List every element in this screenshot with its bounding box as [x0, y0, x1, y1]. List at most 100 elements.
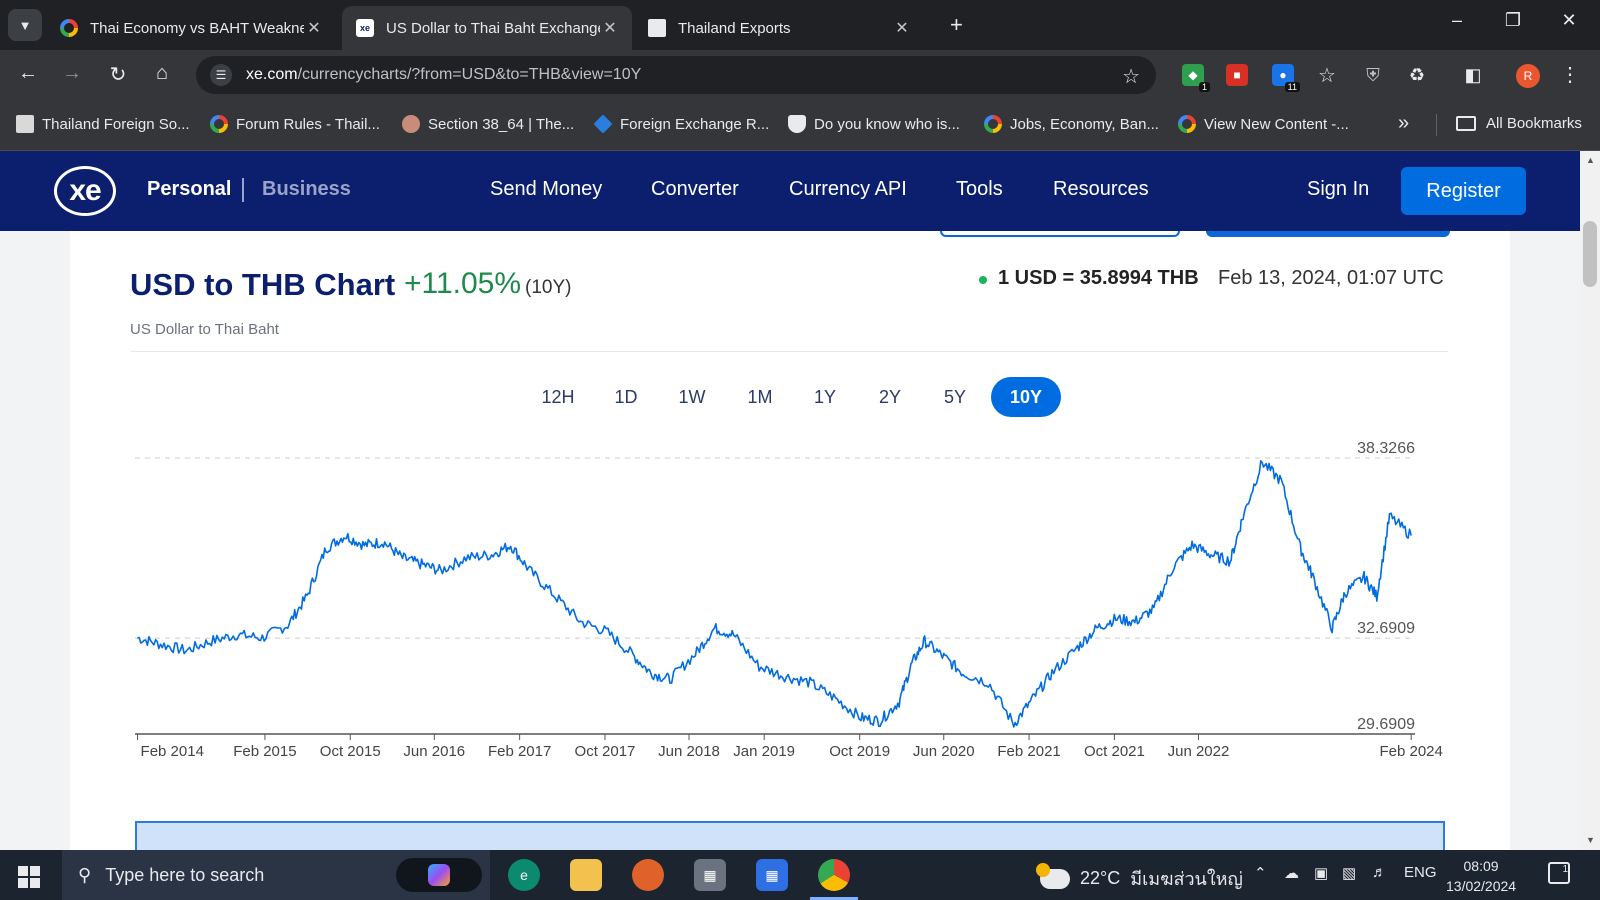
shield-extension-icon[interactable]: ◆ 1: [1182, 64, 1210, 92]
puzzle-extension-icon[interactable]: ♻: [1406, 64, 1428, 86]
windows-start-icon[interactable]: [18, 866, 40, 888]
range-1m[interactable]: 1M: [735, 377, 785, 417]
bookmarks-bar: Thailand Foreign So... Forum Rules - Tha…: [0, 100, 1600, 151]
filled-button-edge[interactable]: [1206, 231, 1450, 237]
meet-icon[interactable]: ▣: [1314, 864, 1328, 882]
tab-usd-thb[interactable]: xe US Dollar to Thai Baht Exchange ✕: [342, 6, 632, 50]
tab-title: Thai Economy vs BAHT Weakne: [90, 19, 304, 37]
side-panel-icon[interactable]: ◧: [1462, 64, 1484, 86]
reload-icon[interactable]: ↻: [104, 62, 132, 87]
range-10y[interactable]: 10Y: [991, 377, 1061, 417]
close-icon[interactable]: ✕: [600, 18, 620, 38]
volume-icon[interactable]: ♬: [1372, 864, 1387, 881]
profile-avatar[interactable]: R: [1516, 64, 1540, 88]
shield-check-extension-icon[interactable]: ⛨: [1362, 64, 1384, 86]
bookmark-item[interactable]: Forum Rules - Thail...: [210, 115, 380, 133]
divider: [130, 351, 1448, 352]
new-tab-button[interactable]: +: [950, 12, 963, 38]
calendar-icon[interactable]: ▦: [756, 859, 788, 891]
range-1d[interactable]: 1D: [601, 377, 651, 417]
file-explorer-icon[interactable]: [570, 859, 602, 891]
minimize-icon[interactable]: –: [1442, 10, 1472, 31]
onedrive-icon[interactable]: ☁: [1284, 864, 1299, 882]
divider: [242, 178, 244, 202]
xe-logo[interactable]: xe: [54, 166, 116, 216]
bookmark-item[interactable]: View New Content -...: [1178, 115, 1349, 133]
restore-icon[interactable]: ❐: [1498, 10, 1528, 31]
nav-converter[interactable]: Converter: [651, 178, 739, 201]
partly-cloudy-icon: [1036, 862, 1070, 889]
url-text[interactable]: xe.com/currencycharts/?from=USD&to=THB&v…: [246, 66, 641, 84]
page-title: USD to THB Chart: [130, 267, 396, 302]
chrome-icon[interactable]: [818, 859, 850, 891]
rate-line-chart[interactable]: 38.3266 32.6909 29.6909 Feb 2014 Feb 2015 Oct…: [130, 436, 1450, 776]
address-bar[interactable]: ☰ xe.com/currencycharts/?from=USD&to=THB…: [196, 56, 1156, 94]
range-12h[interactable]: 12H: [533, 377, 583, 417]
edge-icon[interactable]: e: [508, 859, 540, 891]
diamond-icon: [593, 114, 613, 134]
scroll-up-icon[interactable]: ▲: [1586, 155, 1595, 165]
tab-thailand-exports[interactable]: Thailand Exports ✕: [634, 6, 924, 50]
tab-thai-economy[interactable]: Thai Economy vs BAHT Weakne ✕: [46, 6, 336, 50]
language-indicator[interactable]: ENG: [1404, 864, 1437, 881]
tab-title: US Dollar to Thai Baht Exchange: [386, 19, 600, 37]
scroll-down-icon[interactable]: ▼: [1586, 835, 1595, 845]
bookmark-label: Forum Rules - Thail...: [236, 115, 380, 133]
network-icon[interactable]: ▧: [1342, 864, 1356, 882]
range-1y[interactable]: 1Y: [800, 377, 850, 417]
segment-personal[interactable]: Personal: [147, 178, 231, 201]
close-icon[interactable]: ✕: [304, 18, 324, 38]
tab-search-button[interactable]: ▼: [8, 9, 42, 41]
back-icon[interactable]: ←: [14, 62, 42, 85]
close-window-icon[interactable]: ✕: [1554, 10, 1584, 31]
menu-kebab-icon[interactable]: ⋮: [1560, 62, 1580, 87]
x-tick-label: Feb 2021: [997, 743, 1060, 760]
x-tick-label: Jun 2022: [1168, 743, 1230, 760]
chrome-ring-icon: [1178, 115, 1196, 133]
bookmark-label: Thailand Foreign So...: [42, 115, 190, 133]
register-button[interactable]: Register: [1401, 167, 1526, 215]
segment-business[interactable]: Business: [262, 178, 351, 201]
sign-in-link[interactable]: Sign In: [1307, 178, 1369, 201]
range-1w[interactable]: 1W: [667, 377, 717, 417]
all-bookmarks-button[interactable]: All Bookmarks: [1456, 115, 1582, 132]
outline-button-edge[interactable]: [940, 231, 1180, 237]
firefox-icon[interactable]: [632, 859, 664, 891]
folder-icon: [1456, 116, 1476, 131]
star-extension-icon[interactable]: ☆: [1316, 64, 1338, 87]
bookmark-item[interactable]: Thailand Foreign So...: [16, 115, 190, 133]
calculator-icon[interactable]: ▦: [694, 859, 726, 891]
xe-header: xe Personal Business Send Money Converte…: [0, 151, 1580, 231]
weather-widget[interactable]: 22°C มีเมฆส่วนใหญ่: [1036, 862, 1243, 893]
nav-tools[interactable]: Tools: [956, 178, 1003, 201]
bookmark-item[interactable]: Section 38_64 | The...: [402, 115, 574, 133]
x-tick-label: Oct 2017: [575, 743, 636, 760]
scroll-thumb[interactable]: [1583, 221, 1597, 287]
counter-extension-icon[interactable]: ● 11: [1272, 64, 1300, 92]
notifications-icon[interactable]: 1: [1548, 862, 1570, 884]
nav-send-money[interactable]: Send Money: [490, 178, 602, 201]
page-scrollbar[interactable]: ▲ ▼: [1580, 151, 1600, 850]
nav-currency-api[interactable]: Currency API: [789, 178, 907, 201]
bookmark-label: View New Content -...: [1204, 115, 1349, 133]
copilot-button[interactable]: [396, 858, 482, 892]
system-clock[interactable]: 08:09 13/02/2024: [1446, 856, 1516, 896]
more-bookmarks-icon[interactable]: »: [1398, 112, 1409, 135]
weather-condition: มีเมฆส่วนใหญ่: [1130, 869, 1243, 889]
home-icon[interactable]: ⌂: [148, 62, 176, 85]
range-2y[interactable]: 2Y: [865, 377, 915, 417]
forward-icon[interactable]: →: [58, 62, 86, 85]
bookmark-item[interactable]: Jobs, Economy, Ban...: [984, 115, 1159, 133]
tray-expand-icon[interactable]: ⌃: [1254, 864, 1267, 882]
chart-navigator[interactable]: [135, 821, 1445, 850]
bookmark-item[interactable]: Do you know who is...: [788, 115, 960, 133]
nav-resources[interactable]: Resources: [1053, 178, 1149, 201]
pdf-extension-icon[interactable]: ■: [1226, 64, 1248, 86]
close-icon[interactable]: ✕: [892, 18, 912, 38]
site-info-icon[interactable]: ☰: [210, 64, 232, 86]
bookmark-star-icon[interactable]: ☆: [1122, 64, 1140, 89]
bookmark-label: Section 38_64 | The...: [428, 115, 575, 133]
bookmark-item[interactable]: Foreign Exchange R...: [593, 114, 769, 134]
range-5y[interactable]: 5Y: [930, 377, 980, 417]
x-tick-label: Feb 2024: [1379, 743, 1442, 760]
